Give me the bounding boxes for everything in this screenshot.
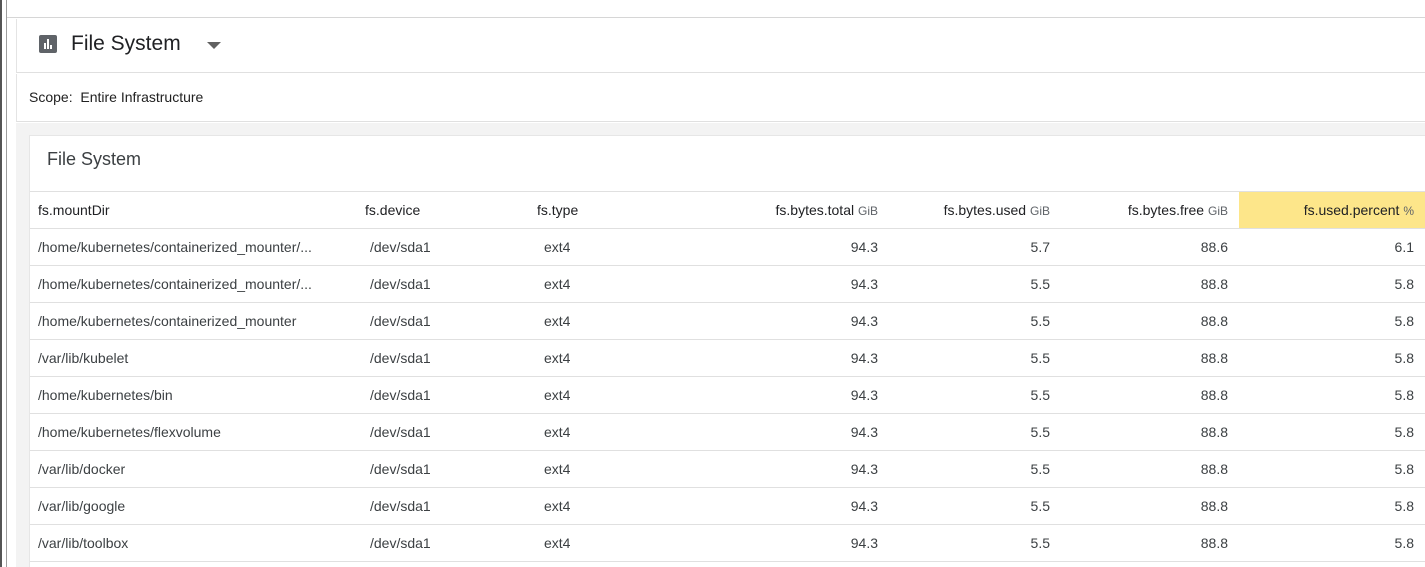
- unit-label: GiB: [1029, 204, 1050, 218]
- cell-bytes-free: 88.8: [1061, 487, 1239, 525]
- cell-bytes-total: 94.3: [707, 339, 889, 377]
- cell-used-percent: 5.8: [1239, 339, 1425, 377]
- cell-device: /dev/sda1: [365, 413, 537, 451]
- cell-bytes-used: 5.5: [889, 524, 1061, 562]
- cell-bytes-total: 94.3: [707, 302, 889, 340]
- cell-bytes-free: 88.8: [1061, 302, 1239, 340]
- cell-mountdir: /home/kubernetes/flexvolume: [30, 413, 365, 451]
- cell-bytes-total: 94.3: [707, 487, 889, 525]
- cell-bytes-free: 88.8: [1061, 413, 1239, 451]
- cell-device: /dev/sda1: [365, 228, 537, 266]
- cell-device: /dev/sda1: [365, 450, 537, 488]
- column-header-bytes-used[interactable]: fs.bytes.used GiB: [889, 191, 1061, 229]
- cell-bytes-used: 5.5: [889, 265, 1061, 303]
- panel-title: File System: [47, 149, 142, 169]
- cell-bytes-total: 94.3: [707, 376, 889, 414]
- cell-device: /dev/sda1: [365, 265, 537, 303]
- unit-label: GiB: [1207, 204, 1228, 218]
- unit-label: %: [1403, 204, 1414, 218]
- cell-mountdir: /home/kubernetes/containerized_mounter/.…: [30, 265, 365, 303]
- window-left-border: [0, 0, 2, 567]
- table-row[interactable]: /var/lib/kubelet/dev/sda1 ext4 94.3 5.5 88.8…: [30, 339, 1425, 377]
- cell-bytes-free: 88.8: [1061, 450, 1239, 488]
- cell-device: /dev/sda1: [365, 487, 537, 525]
- file-system-table: fs.mountDir fs.device fs.type fs.bytes.t…: [30, 191, 1425, 562]
- unit-label: GiB: [857, 204, 878, 218]
- cell-type: ext4: [537, 524, 707, 562]
- table-header-row: fs.mountDir fs.device fs.type fs.bytes.t…: [30, 191, 1425, 229]
- cell-used-percent: 5.8: [1239, 524, 1425, 562]
- cell-used-percent: 5.8: [1239, 265, 1425, 303]
- cell-mountdir: /var/lib/docker: [30, 450, 365, 488]
- cell-used-percent: 5.8: [1239, 450, 1425, 488]
- cell-device: /dev/sda1: [365, 376, 537, 414]
- cell-used-percent: 5.8: [1239, 413, 1425, 451]
- scope-label: Scope:: [29, 89, 73, 105]
- cell-bytes-total: 94.3: [707, 228, 889, 266]
- cell-mountdir: /home/kubernetes/containerized_mounter: [30, 302, 365, 340]
- cell-bytes-used: 5.5: [889, 339, 1061, 377]
- column-header-device[interactable]: fs.device: [365, 191, 537, 229]
- cell-used-percent: 5.8: [1239, 302, 1425, 340]
- cell-type: ext4: [537, 487, 707, 525]
- cell-mountdir: /var/lib/toolbox: [30, 524, 365, 562]
- cell-device: /dev/sda1: [365, 524, 537, 562]
- caret-down-icon[interactable]: [207, 42, 221, 49]
- cell-device: /dev/sda1: [365, 339, 537, 377]
- cell-bytes-free: 88.8: [1061, 265, 1239, 303]
- cell-type: ext4: [537, 302, 707, 340]
- cell-bytes-free: 88.8: [1061, 524, 1239, 562]
- cell-used-percent: 5.8: [1239, 487, 1425, 525]
- cell-bytes-total: 94.3: [707, 413, 889, 451]
- table-row[interactable]: /home/kubernetes/flexvolume/dev/sda1 ext4…: [30, 413, 1425, 451]
- cell-type: ext4: [537, 376, 707, 414]
- cell-used-percent: 6.1: [1239, 228, 1425, 266]
- top-bar: [7, 0, 1425, 18]
- cell-bytes-used: 5.5: [889, 376, 1061, 414]
- cell-used-percent: 5.8: [1239, 376, 1425, 414]
- page-header: File System: [16, 19, 1425, 73]
- cell-bytes-used: 5.5: [889, 487, 1061, 525]
- cell-type: ext4: [537, 413, 707, 451]
- column-header-bytes-total[interactable]: fs.bytes.total GiB: [707, 191, 889, 229]
- table-row[interactable]: /home/kubernetes/bin/dev/sda1 ext4 94.3 5.5…: [30, 376, 1425, 414]
- table-row[interactable]: /home/kubernetes/containerized_mounter/d…: [30, 302, 1425, 340]
- column-header-used-percent[interactable]: fs.used.percent %: [1239, 191, 1425, 229]
- scope-value[interactable]: Entire Infrastructure: [80, 89, 203, 105]
- cell-bytes-used: 5.5: [889, 450, 1061, 488]
- cell-mountdir: /var/lib/kubelet: [30, 339, 365, 377]
- scope-bar: Scope: Entire Infrastructure: [16, 74, 1425, 122]
- page-title: File System: [71, 32, 181, 55]
- cell-bytes-total: 94.3: [707, 265, 889, 303]
- column-header-type[interactable]: fs.type: [537, 191, 707, 229]
- table-row[interactable]: /var/lib/toolbox/dev/sda1 ext4 94.3 5.5 88.8…: [30, 524, 1425, 562]
- cell-bytes-total: 94.3: [707, 524, 889, 562]
- cell-bytes-free: 88.6: [1061, 228, 1239, 266]
- cell-mountdir: /home/kubernetes/bin: [30, 376, 365, 414]
- column-header-mountdir[interactable]: fs.mountDir: [30, 191, 365, 229]
- table-row[interactable]: /var/lib/google/dev/sda1 ext4 94.3 5.5 88.8 5…: [30, 487, 1425, 525]
- cell-mountdir: /var/lib/google: [30, 487, 365, 525]
- cell-type: ext4: [537, 265, 707, 303]
- table-row[interactable]: /var/lib/docker/dev/sda1 ext4 94.3 5.5 88.8 5…: [30, 450, 1425, 488]
- cell-bytes-free: 88.8: [1061, 376, 1239, 414]
- column-header-bytes-free[interactable]: fs.bytes.free GiB: [1061, 191, 1239, 229]
- table-row[interactable]: /home/kubernetes/containerized_mounter/.…: [30, 265, 1425, 303]
- scope-text: Scope: Entire Infrastructure: [29, 89, 203, 105]
- cell-type: ext4: [537, 450, 707, 488]
- cell-bytes-used: 5.7: [889, 228, 1061, 266]
- cell-device: /dev/sda1: [365, 302, 537, 340]
- cell-mountdir: /home/kubernetes/containerized_mounter/.…: [30, 228, 365, 266]
- cell-type: ext4: [537, 339, 707, 377]
- cell-type: ext4: [537, 228, 707, 266]
- cell-bytes-free: 88.8: [1061, 339, 1239, 377]
- cell-bytes-used: 5.5: [889, 302, 1061, 340]
- window-left-border-inner: [6, 0, 7, 567]
- file-system-panel: File System fs.mountDir fs.device fs.typ…: [29, 135, 1425, 567]
- table-row[interactable]: /home/kubernetes/containerized_mounter/.…: [30, 228, 1425, 266]
- cell-bytes-total: 94.3: [707, 450, 889, 488]
- cell-bytes-used: 5.5: [889, 413, 1061, 451]
- bar-chart-icon: [39, 35, 57, 53]
